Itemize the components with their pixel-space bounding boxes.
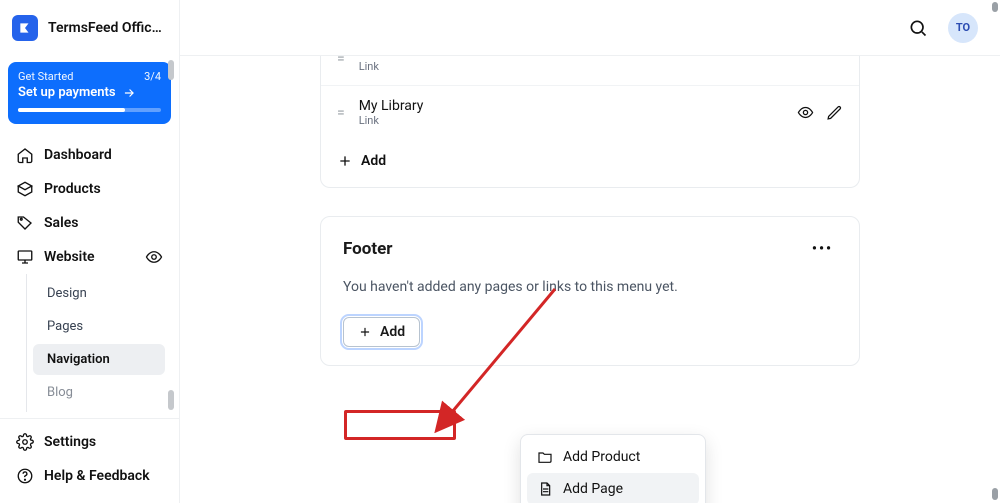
box-icon xyxy=(16,180,34,198)
link-sub: Link xyxy=(359,114,783,127)
dropdown-label: Add Page xyxy=(563,481,623,497)
sidebar-item-label: Website xyxy=(44,249,95,265)
main: TO = [hidden] Link = xyxy=(180,0,1000,503)
website-sublist: Design Pages Navigation Blog xyxy=(26,274,171,412)
subnav-design[interactable]: Design xyxy=(33,278,165,309)
sidebar-nav: Dashboard Products Sales Website Design … xyxy=(0,134,179,418)
link-row[interactable]: = My Library Link xyxy=(321,85,859,139)
link-sub: Link xyxy=(359,60,783,73)
avatar[interactable]: TO xyxy=(948,13,978,43)
search-icon[interactable] xyxy=(908,18,928,38)
sidebar-item-dashboard[interactable]: Dashboard xyxy=(8,138,171,172)
plus-icon xyxy=(337,153,353,169)
eye-icon[interactable] xyxy=(797,104,814,121)
sidebar-item-help[interactable]: Help & Feedback xyxy=(8,459,171,493)
dropdown-add-page[interactable]: Add Page xyxy=(527,473,699,503)
window-scrollbar[interactable] xyxy=(992,2,998,12)
help-icon xyxy=(16,467,34,485)
add-link-row[interactable]: Add xyxy=(321,139,859,169)
plus-icon xyxy=(358,325,372,339)
eye-icon[interactable] xyxy=(145,248,163,266)
tag-icon xyxy=(16,214,34,232)
sidebar-item-label: Products xyxy=(44,181,101,197)
link-title: My Library xyxy=(359,98,783,114)
sidebar-item-label: Sales xyxy=(44,215,78,231)
arrow-right-icon xyxy=(122,86,136,100)
folder-icon xyxy=(537,449,553,465)
subnav-navigation[interactable]: Navigation xyxy=(33,344,165,375)
monitor-icon xyxy=(16,248,34,266)
sidebar-item-products[interactable]: Products xyxy=(8,172,171,206)
add-button[interactable]: Add xyxy=(343,317,420,347)
empty-state-text: You haven't added any pages or links to … xyxy=(321,267,859,301)
drag-icon[interactable]: = xyxy=(337,106,345,120)
get-started-cta: Set up payments xyxy=(18,85,116,100)
sidebar-item-sales[interactable]: Sales xyxy=(8,206,171,240)
add-dropdown: Add Product Add Page Add Link xyxy=(520,434,706,503)
dropdown-label: Add Product xyxy=(563,449,640,465)
edit-icon[interactable] xyxy=(826,104,843,121)
sidebar-item-label: Settings xyxy=(44,434,96,450)
get-started-progress: 3/4 xyxy=(144,70,161,83)
gear-icon xyxy=(16,433,34,451)
link-row[interactable]: = [hidden] Link xyxy=(321,56,859,85)
sidebar-item-label: Dashboard xyxy=(44,147,112,163)
sidebar-item-settings[interactable]: Settings xyxy=(8,425,171,459)
add-button-label: Add xyxy=(380,324,405,340)
content: = [hidden] Link = My Library Link xyxy=(180,56,1000,503)
subnav-pages[interactable]: Pages xyxy=(33,311,165,342)
footer-menu-card: Footer ••• You haven't added any pages o… xyxy=(320,216,860,366)
header: TO xyxy=(180,0,1000,56)
get-started-label: Get Started xyxy=(18,70,73,83)
home-icon xyxy=(16,146,34,164)
add-label: Add xyxy=(361,153,386,169)
nav-menu-card: = [hidden] Link = My Library Link xyxy=(320,56,860,188)
sidebar-footer: Settings Help & Feedback xyxy=(0,418,179,503)
card-title: Footer xyxy=(343,239,393,259)
page-icon xyxy=(537,481,553,497)
window-scrollbar[interactable] xyxy=(992,488,998,500)
sidebar-item-label: Help & Feedback xyxy=(44,468,150,484)
dropdown-add-product[interactable]: Add Product xyxy=(527,441,699,473)
sidebar: TermsFeed Office… Get Started 3/4 Set up… xyxy=(0,0,180,503)
sidebar-topbar: TermsFeed Office… xyxy=(0,0,179,56)
sidebar-item-website[interactable]: Website xyxy=(8,240,171,274)
more-icon[interactable]: ••• xyxy=(808,237,837,261)
get-started-card[interactable]: Get Started 3/4 Set up payments xyxy=(8,62,171,124)
brand-name[interactable]: TermsFeed Office… xyxy=(48,20,167,36)
app-logo[interactable] xyxy=(12,15,38,41)
drag-icon[interactable]: = xyxy=(337,56,345,66)
subnav-blog[interactable]: Blog xyxy=(33,377,165,408)
get-started-progress-bar xyxy=(18,108,161,112)
